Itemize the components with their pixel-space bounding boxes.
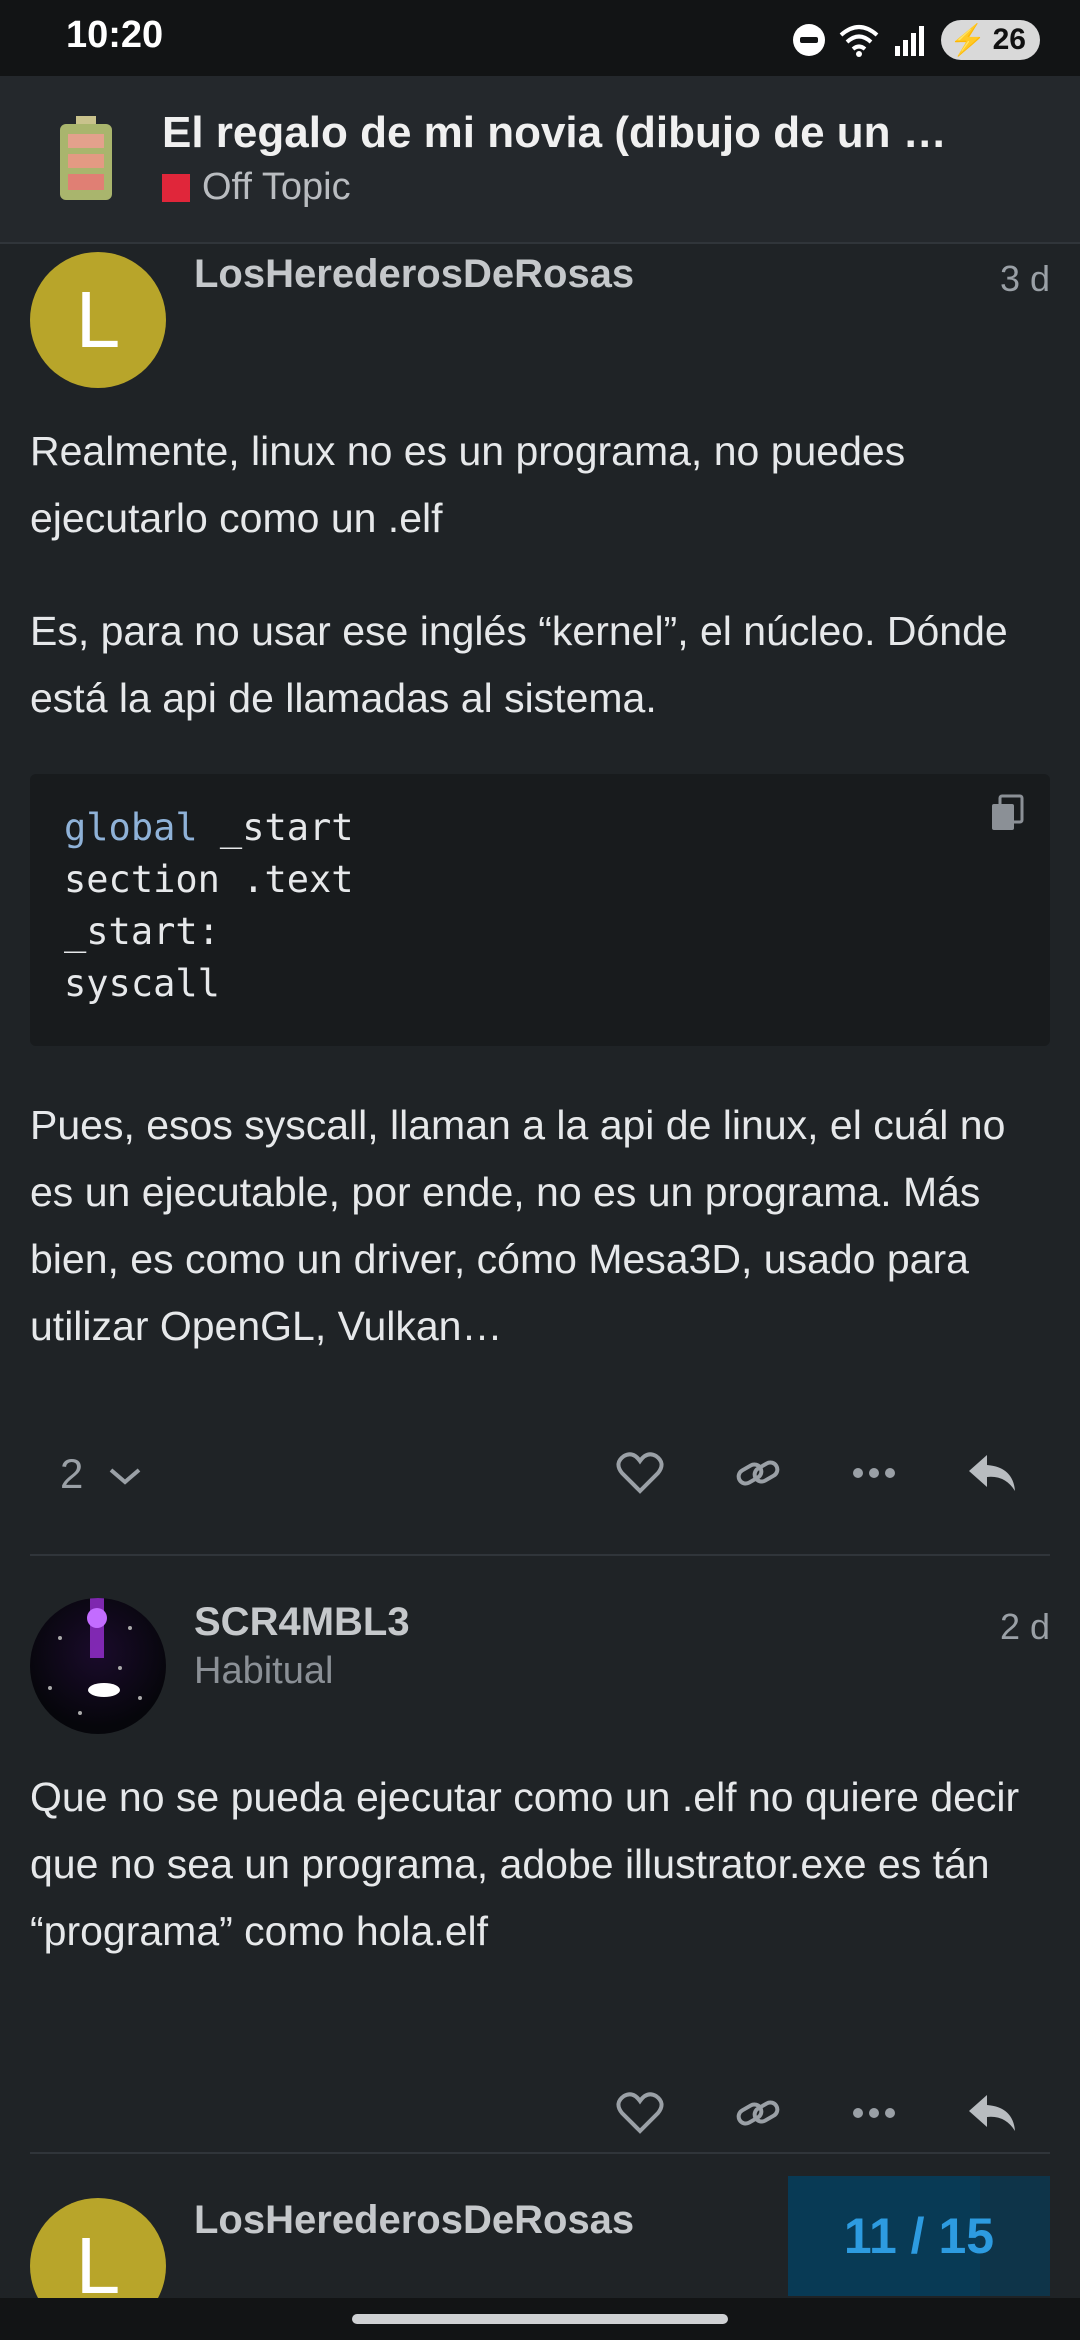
code-line: _start: — [64, 910, 220, 953]
more-button[interactable] — [844, 1448, 904, 1498]
home-gesture-handle[interactable] — [352, 2314, 728, 2324]
status-icons: ⚡ 26 — [793, 18, 1040, 62]
avatar[interactable]: L — [30, 252, 166, 388]
reply-icon — [969, 2095, 1015, 2131]
code-text: _start — [197, 806, 354, 849]
ellipsis-icon — [853, 1468, 895, 1478]
topic-header: El regalo de mi novia (dibujo de un … Of… — [0, 76, 1080, 244]
user-title: Habitual — [194, 1650, 334, 1692]
avatar[interactable]: L — [30, 2198, 166, 2298]
reply-button[interactable] — [962, 2088, 1022, 2138]
post-actions — [0, 2068, 1080, 2158]
category-badge[interactable]: Off Topic — [162, 166, 351, 209]
post-paragraph: Que no se pueda ejecutar como un .elf no… — [30, 1774, 1020, 1954]
more-button[interactable] — [844, 2088, 904, 2138]
category-color-swatch — [162, 173, 190, 202]
navigation-bar — [0, 2298, 1080, 2340]
link-icon — [736, 2100, 780, 2126]
username[interactable]: LosHerederosDeRosas — [194, 252, 634, 297]
share-link-button[interactable] — [728, 2088, 788, 2138]
post: L LosHerederosDeRosas 3 d Realmente, lin… — [0, 242, 1080, 1554]
post-paragraph: Realmente, linux no es un programa, no p… — [30, 428, 906, 541]
username[interactable]: LosHerederosDeRosas — [194, 2198, 634, 2243]
post-paragraph: Es, para no usar ese inglés “kernel”, el… — [30, 608, 1008, 721]
status-bar: 10:20 ⚡ 26 — [0, 0, 1080, 76]
code-line: section .text — [64, 858, 354, 901]
post-actions: 2 — [0, 1428, 1080, 1518]
link-icon — [736, 1460, 780, 1486]
like-button[interactable] — [610, 1448, 670, 1498]
code-keyword: global — [64, 806, 198, 849]
avatar-letter: L — [75, 275, 121, 364]
progress-label: 11 / 15 — [843, 2208, 995, 2264]
signal-icon — [895, 26, 925, 56]
category-label: Off Topic — [202, 166, 351, 208]
heart-icon — [616, 2092, 664, 2134]
username[interactable]: SCR4MBL3 — [194, 1600, 410, 1645]
chevron-down-icon — [109, 1468, 141, 1485]
ellipsis-icon — [853, 2108, 895, 2118]
do-not-disturb-icon — [793, 24, 826, 56]
status-time: 10:20 — [66, 14, 164, 56]
site-logo-icon[interactable] — [58, 116, 114, 202]
avatar-letter: L — [75, 2221, 121, 2298]
post-divider — [30, 1554, 1050, 1556]
reply-button[interactable] — [962, 1448, 1022, 1498]
topic-progress[interactable]: 11 / 15 — [788, 2176, 1050, 2296]
battery-level: 26 — [992, 23, 1026, 56]
avatar[interactable] — [30, 1598, 166, 1734]
topic-title[interactable]: El regalo de mi novia (dibujo de un … — [162, 108, 1042, 158]
heart-icon — [616, 1452, 664, 1494]
reply-icon — [969, 1455, 1015, 1491]
share-link-button[interactable] — [728, 1448, 788, 1498]
post-date[interactable]: 3 d — [1000, 258, 1050, 300]
copy-icon[interactable] — [990, 794, 1024, 832]
code-content: global _start section .text _start: sysc… — [64, 802, 354, 1010]
battery-indicator: ⚡ 26 — [941, 20, 1040, 60]
code-block: global _start section .text _start: sysc… — [30, 774, 1050, 1046]
battery-icon: ⚡ — [949, 23, 987, 57]
like-button[interactable] — [610, 2088, 670, 2138]
code-line: syscall — [64, 962, 220, 1005]
reply-count: 2 — [60, 1450, 84, 1497]
wifi-icon — [839, 25, 879, 57]
post: SCR4MBL3 Habitual 2 d Que no se pueda ej… — [0, 1578, 1080, 2148]
avatar-image — [48, 1598, 142, 1715]
post-divider — [30, 2152, 1050, 2154]
post-date[interactable]: 2 d — [1000, 1606, 1050, 1648]
replies-toggle[interactable]: 2 — [60, 1450, 143, 1498]
post-paragraph: Pues, esos syscall, llaman a la api de l… — [30, 1102, 1006, 1349]
